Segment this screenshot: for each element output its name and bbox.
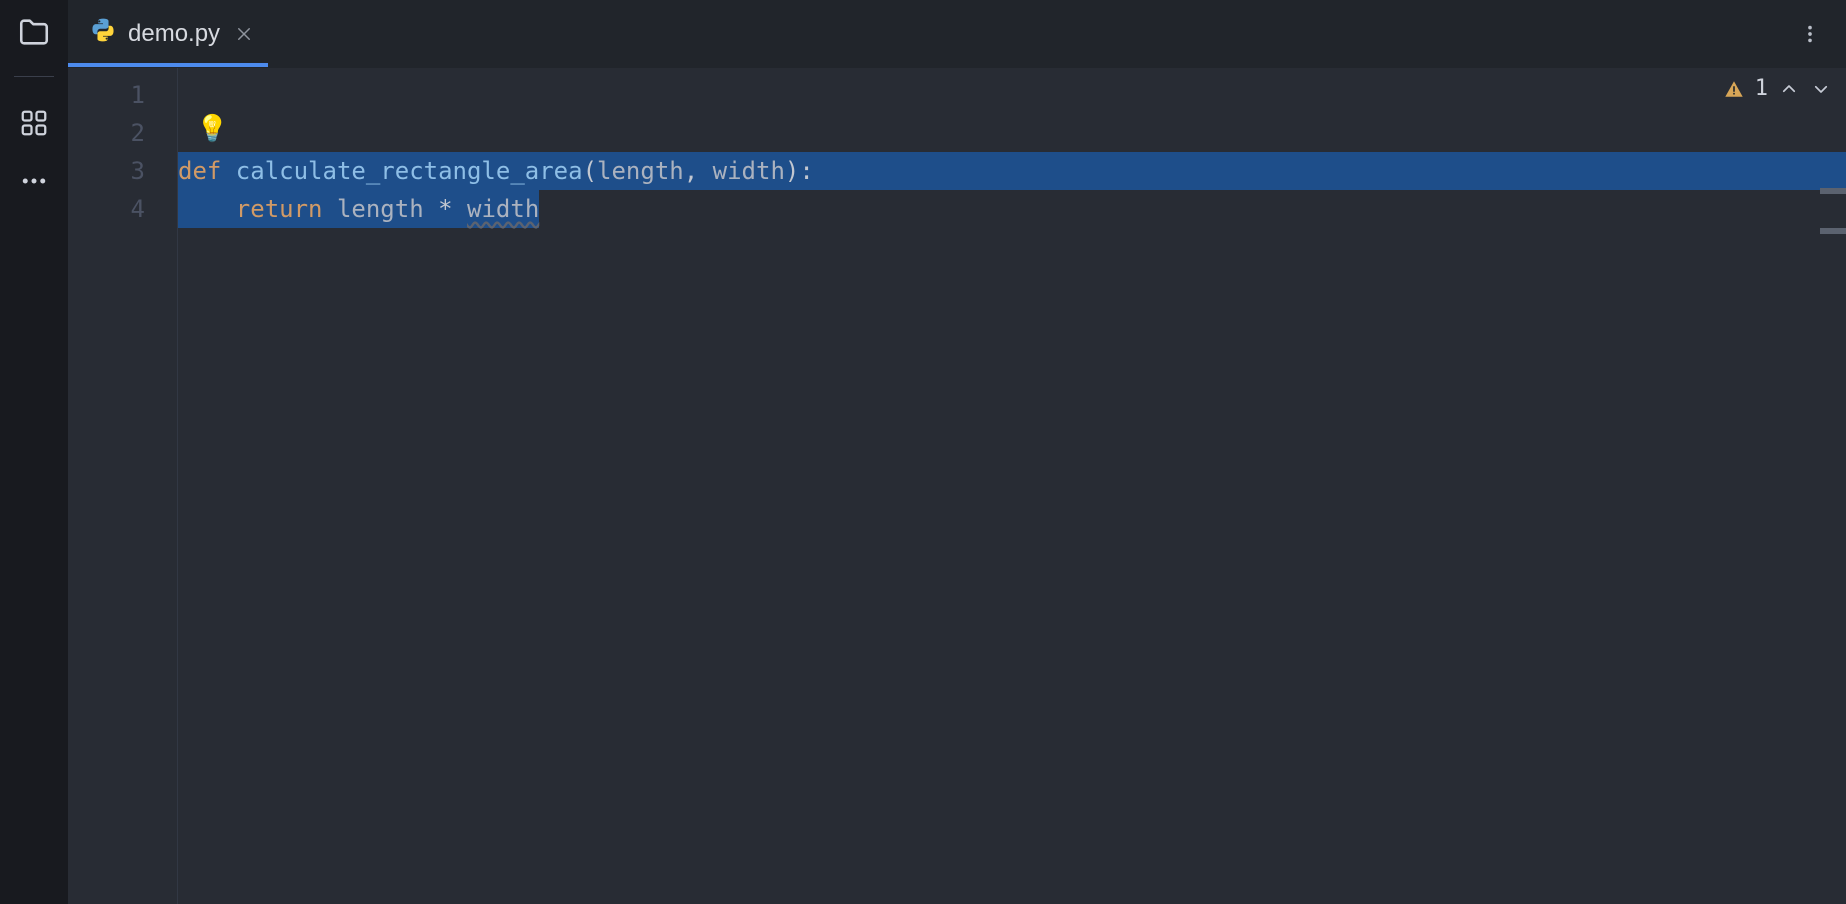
keyword-return: return xyxy=(236,195,337,223)
paren-open: ( xyxy=(583,157,597,185)
param-width: width xyxy=(713,157,785,185)
close-icon[interactable] xyxy=(232,22,256,46)
code-line-4[interactable]: return length * width xyxy=(178,190,1846,228)
code-line-1[interactable] xyxy=(178,76,1846,114)
line-number: 1 xyxy=(68,76,177,114)
activity-bar xyxy=(0,0,68,904)
code-line-3[interactable]: def calculate_rectangle_area(length, wid… xyxy=(178,152,1846,190)
line-number: 3 xyxy=(68,152,177,190)
active-tab-indicator xyxy=(68,63,268,67)
python-icon xyxy=(90,17,116,50)
grid-icon[interactable] xyxy=(16,105,52,141)
activity-bar-divider xyxy=(14,76,54,77)
gutter: 1 2 3 4 xyxy=(68,68,178,904)
indent xyxy=(178,195,236,223)
minimap-mark xyxy=(1820,228,1846,234)
code-area[interactable]: 💡 1 xyxy=(178,68,1846,904)
tab-bar-right xyxy=(1794,0,1846,67)
tab-demo-py[interactable]: demo.py xyxy=(68,0,278,67)
tab-bar: demo.py xyxy=(68,0,1846,68)
param-length: length xyxy=(597,157,684,185)
keyword-def: def xyxy=(178,157,236,185)
app-root: demo.py 1 2 3 xyxy=(0,0,1846,904)
main-column: demo.py 1 2 3 xyxy=(68,0,1846,904)
colon: : xyxy=(799,157,813,185)
code-line-2[interactable] xyxy=(178,114,1846,152)
ident-length: length xyxy=(337,195,424,223)
paren-close: ) xyxy=(785,157,799,185)
line-number: 4 xyxy=(68,190,177,228)
kebab-menu-icon[interactable] xyxy=(1794,18,1826,50)
line-number: 2 xyxy=(68,114,177,152)
tab-file-name: demo.py xyxy=(128,20,220,48)
folder-icon[interactable] xyxy=(16,14,52,50)
comma: , xyxy=(684,157,713,185)
operator-star: * xyxy=(424,195,467,223)
more-icon[interactable] xyxy=(16,163,52,199)
editor[interactable]: 1 2 3 4 💡 1 xyxy=(68,68,1846,904)
ident-width: width xyxy=(467,195,539,223)
function-name: calculate_rectangle_area xyxy=(236,157,583,185)
